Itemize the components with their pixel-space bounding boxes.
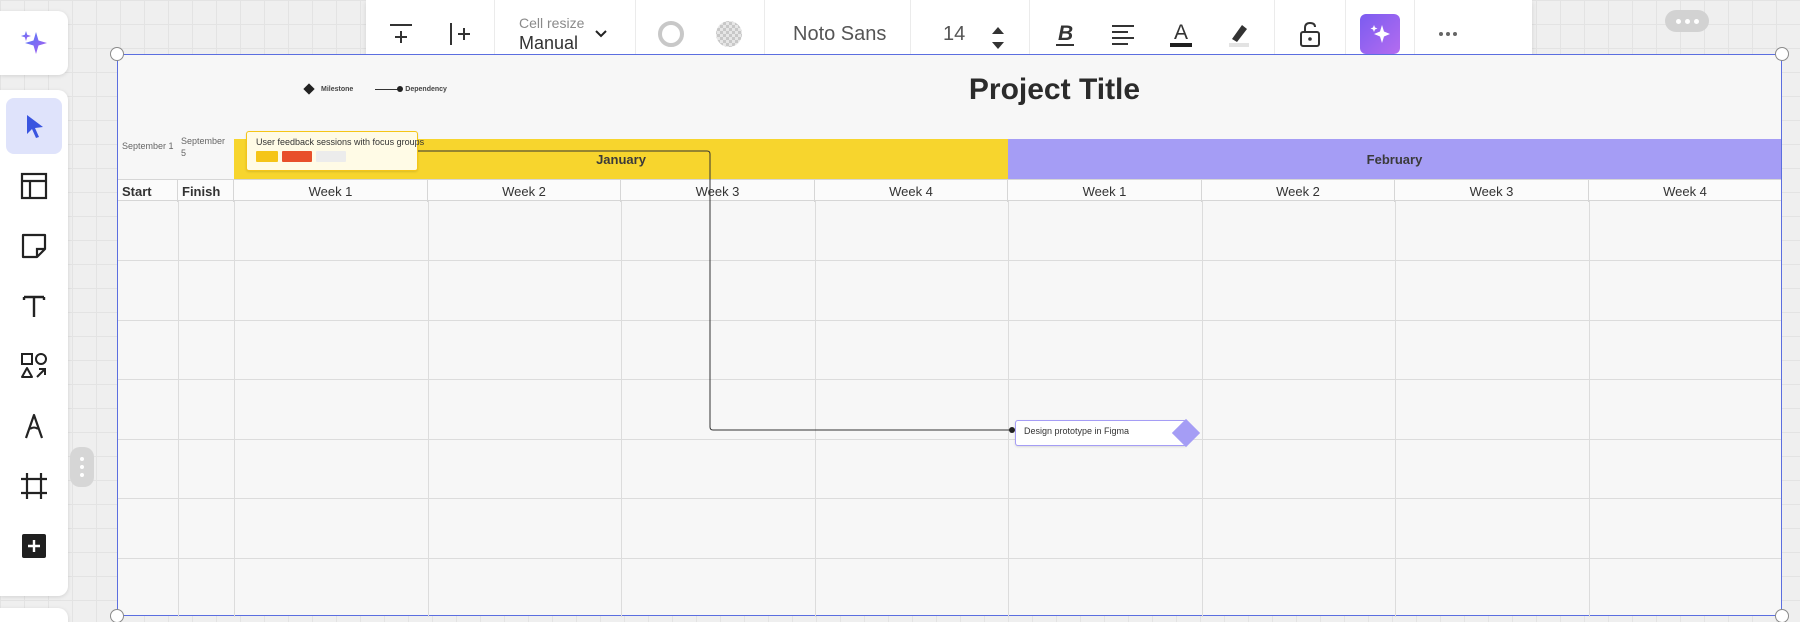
templates-tool-button[interactable]	[6, 158, 62, 214]
text-color-icon: A	[1170, 21, 1192, 47]
week-header-row: Start Finish Week 1 Week 2 Week 3 Week 4…	[118, 179, 1781, 202]
week-header: Week 2	[428, 180, 621, 202]
svg-text:B: B	[1058, 22, 1073, 45]
resize-handle-top-right[interactable]	[1775, 47, 1789, 61]
frame-icon	[21, 473, 47, 499]
project-title[interactable]: Project Title	[118, 73, 1781, 107]
frame-tool-button[interactable]	[6, 458, 62, 514]
start-column-header: Start	[118, 180, 178, 202]
insert-row-icon	[390, 24, 412, 43]
milestone-card[interactable]: Design prototype in Figma	[1015, 418, 1201, 448]
task-tag[interactable]	[316, 151, 346, 162]
panel-collapse-handle[interactable]	[70, 447, 94, 487]
insert-column-icon	[450, 23, 470, 45]
add-tool-button[interactable]	[6, 518, 62, 574]
sticky-note-icon	[21, 233, 47, 259]
plus-square-icon	[22, 534, 46, 558]
cell-resize-label: Cell resize	[519, 15, 585, 31]
left-toolbar	[0, 90, 68, 596]
resize-handle-top-left[interactable]	[110, 47, 124, 61]
shapes-icon	[21, 353, 47, 378]
finish-column-header: Finish	[178, 180, 234, 202]
pen-tool-button[interactable]	[6, 398, 62, 454]
ai-assistant-button[interactable]	[0, 11, 68, 75]
bold-icon: B	[1056, 22, 1074, 46]
text-tool-button[interactable]	[6, 278, 62, 334]
week-header: Week 4	[1663, 183, 1707, 199]
font-size-increase-icon[interactable]	[991, 22, 1005, 34]
left-panel-bottom	[0, 608, 68, 622]
more-horizontal-icon	[1439, 32, 1457, 36]
shapes-tool-button[interactable]	[6, 338, 62, 394]
sticky-note-tool-button[interactable]	[6, 218, 62, 274]
svg-text:A: A	[1174, 21, 1188, 44]
row-finish-date[interactable]: September 5	[181, 135, 231, 159]
pen-icon	[24, 413, 44, 439]
font-size-value[interactable]: 14	[943, 23, 965, 46]
chevron-down-icon	[595, 30, 608, 38]
week-header: Week 1	[234, 180, 428, 202]
transparent-fill-icon	[716, 21, 742, 47]
cursor-icon	[27, 115, 43, 138]
board-menu-button[interactable]	[1665, 10, 1709, 32]
ai-generate-button[interactable]	[1360, 14, 1400, 54]
align-left-icon	[1112, 25, 1134, 45]
row-start-date[interactable]: September 1	[122, 141, 174, 151]
cell-resize-value: Manual	[519, 33, 579, 53]
unlock-icon	[1300, 21, 1320, 47]
layout-icon	[20, 172, 48, 200]
week-header: Week 3	[621, 180, 815, 202]
task-card[interactable]: User feedback sessions with focus groups	[246, 131, 425, 171]
select-tool-button[interactable]	[6, 98, 62, 154]
sparkle-icon	[1370, 25, 1390, 43]
highlighter-icon	[1229, 25, 1249, 47]
week-header: Week 2	[1202, 180, 1395, 202]
gantt-body	[118, 201, 1781, 617]
milestone-title: Design prototype in Figma	[1024, 426, 1130, 436]
task-title: User feedback sessions with focus groups	[256, 137, 425, 147]
gantt-frame[interactable]: Milestone Dependency Project Title Janua…	[110, 47, 1789, 622]
week-header: Week 4	[815, 180, 1008, 202]
task-tag[interactable]	[256, 151, 278, 162]
week-header: Week 3	[1395, 180, 1589, 202]
week-header: Week 1	[1008, 180, 1202, 202]
task-tags	[256, 151, 408, 162]
font-size-decrease-icon[interactable]	[991, 37, 1005, 49]
text-icon	[22, 295, 46, 317]
circle-outline-icon	[658, 21, 684, 47]
month-february: February	[1008, 139, 1781, 179]
task-tag[interactable]	[282, 151, 312, 162]
sparkle-icon	[21, 31, 47, 54]
